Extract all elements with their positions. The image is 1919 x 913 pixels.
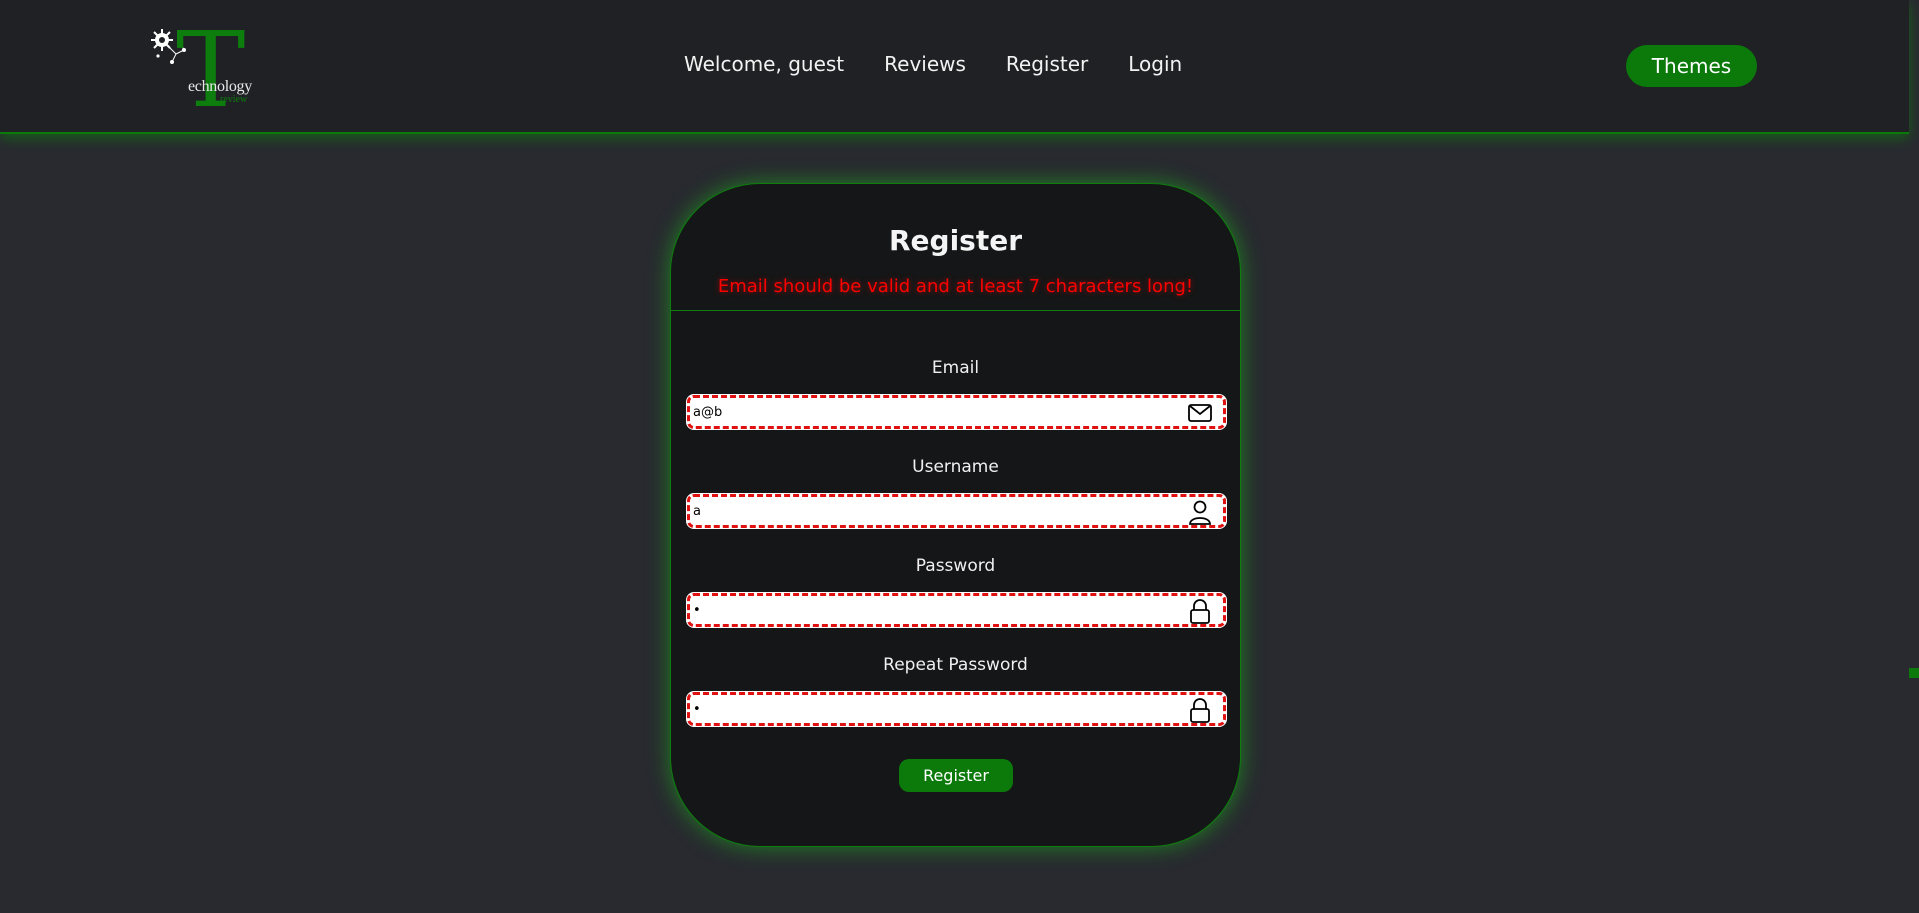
envelope-icon xyxy=(1187,400,1213,426)
divider xyxy=(671,310,1240,311)
password-label: Password xyxy=(915,556,996,576)
register-submit-button[interactable]: Register xyxy=(899,759,1013,792)
username-label: Username xyxy=(912,457,999,477)
main-nav: Welcome, guest Reviews Register Login xyxy=(684,52,1182,76)
lock-icon xyxy=(1187,697,1213,723)
repeat-password-input[interactable] xyxy=(693,697,1173,721)
username-input[interactable] xyxy=(693,499,1173,523)
password-input[interactable] xyxy=(693,598,1173,622)
email-label: Email xyxy=(931,358,980,378)
password-field[interactable] xyxy=(687,593,1226,627)
nav-register[interactable]: Register xyxy=(1006,52,1088,76)
repeat-password-field[interactable] xyxy=(687,692,1226,726)
logo-letter: T xyxy=(176,9,246,131)
page: T echnology review Welcome, guest Review… xyxy=(0,0,1919,913)
repeat-password-label: Repeat Password xyxy=(883,655,1028,675)
logo-subtitle: review xyxy=(220,94,248,105)
email-input[interactable] xyxy=(693,400,1173,424)
username-field[interactable] xyxy=(687,494,1226,528)
nav-welcome-guest[interactable]: Welcome, guest xyxy=(684,52,844,76)
validation-error: Email should be valid and at least 7 cha… xyxy=(717,276,1194,297)
nav-login[interactable]: Login xyxy=(1128,52,1182,76)
email-field[interactable] xyxy=(687,395,1226,429)
lock-icon xyxy=(1187,598,1213,624)
site-logo[interactable]: T echnology review xyxy=(150,18,260,122)
user-icon xyxy=(1187,499,1213,525)
form-title: Register xyxy=(888,224,1023,257)
scrollbar-thumb[interactable] xyxy=(1909,668,1919,678)
themes-button[interactable]: Themes xyxy=(1626,45,1757,87)
top-navbar: T echnology review Welcome, guest Review… xyxy=(0,0,1909,134)
register-card: Register Email should be valid and at le… xyxy=(670,183,1241,847)
nav-reviews[interactable]: Reviews xyxy=(884,52,966,76)
